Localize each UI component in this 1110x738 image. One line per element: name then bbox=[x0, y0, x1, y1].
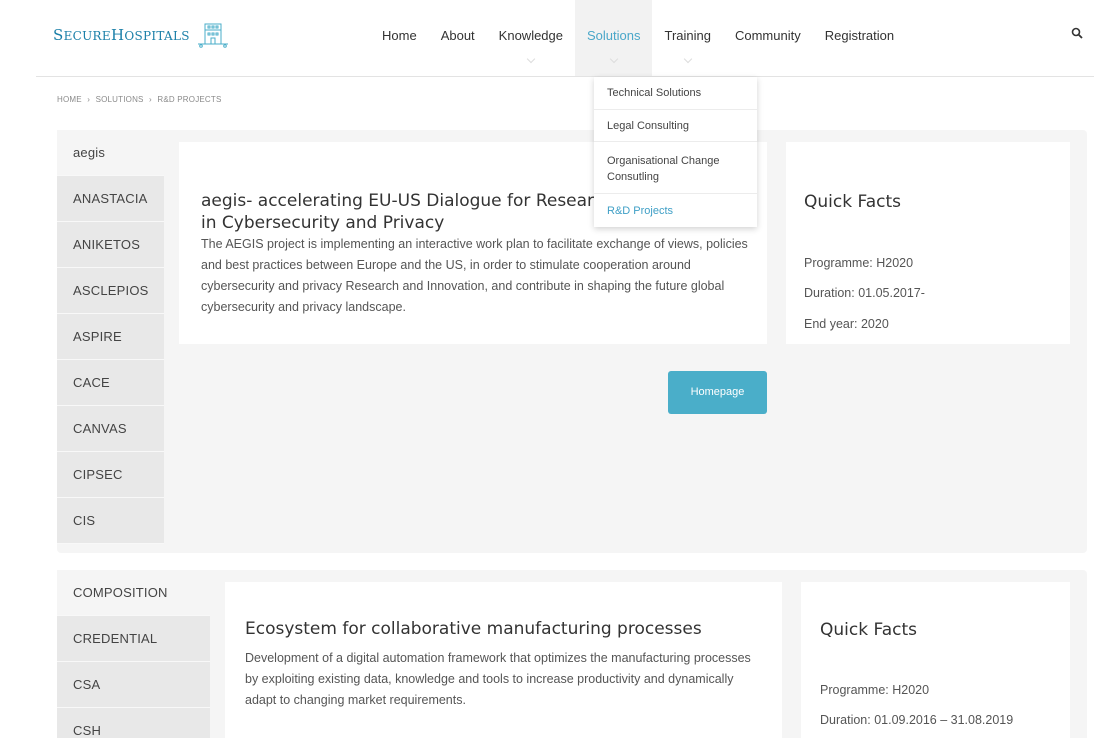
dropdown-item-organisational-change[interactable]: Organisational Change Consutling bbox=[594, 142, 757, 194]
main-nav: Home About Knowledge Solutions Training … bbox=[370, 0, 906, 76]
dropdown-item-legal-consulting[interactable]: Legal Consulting bbox=[594, 110, 757, 142]
project-tab-list: COMPOSITION CREDENTIAL CSA CSH bbox=[57, 570, 210, 738]
nav-solutions[interactable]: Solutions bbox=[575, 0, 653, 76]
solutions-dropdown: Technical Solutions Legal Consulting Org… bbox=[594, 77, 757, 227]
header-divider bbox=[36, 76, 1094, 77]
nav-home[interactable]: Home bbox=[370, 0, 429, 76]
project-tab-asclepios[interactable]: ASCLEPIOS bbox=[57, 268, 164, 314]
quick-facts-card: Quick Facts Programme: H2020 Duration: 0… bbox=[786, 142, 1070, 344]
project-tab-csh[interactable]: CSH bbox=[57, 708, 210, 738]
project-panel-1: aegis ANASTACIA ANIKETOS ASCLEPIOS ASPIR… bbox=[57, 130, 1087, 553]
project-tab-aegis[interactable]: aegis bbox=[57, 130, 164, 176]
quick-facts-end-year: End year: 2020 bbox=[804, 317, 889, 331]
quick-facts-title: Quick Facts bbox=[804, 192, 901, 212]
site-header: SECUREHOSPITALS Home About Knowledge Sol… bbox=[0, 0, 1110, 76]
breadcrumb-current: R&D PROJECTS bbox=[157, 95, 222, 104]
project-description-card: Ecosystem for collaborative manufacturin… bbox=[225, 582, 782, 738]
project-tab-aspire[interactable]: ASPIRE bbox=[57, 314, 164, 360]
breadcrumb-solutions[interactable]: SOLUTIONS bbox=[96, 95, 144, 104]
project-title: Ecosystem for collaborative manufacturin… bbox=[245, 619, 702, 639]
project-tab-csa[interactable]: CSA bbox=[57, 662, 210, 708]
nav-registration[interactable]: Registration bbox=[813, 0, 906, 76]
chevron-down-icon bbox=[683, 54, 692, 64]
nav-training[interactable]: Training bbox=[652, 0, 722, 76]
breadcrumb-separator: › bbox=[87, 95, 91, 104]
quick-facts-title: Quick Facts bbox=[820, 620, 917, 640]
quick-facts-duration: Duration: 01.09.2016 – 31.08.2019 bbox=[820, 713, 1014, 727]
project-tab-composition[interactable]: COMPOSITION bbox=[57, 570, 210, 616]
site-logo[interactable]: SECUREHOSPITALS bbox=[53, 22, 230, 48]
project-tab-cace[interactable]: CACE bbox=[57, 360, 164, 406]
project-tab-credential[interactable]: CREDENTIAL bbox=[57, 616, 210, 662]
search-icon[interactable] bbox=[1071, 27, 1083, 39]
breadcrumb-separator: › bbox=[149, 95, 152, 104]
project-tab-cipsec[interactable]: CIPSEC bbox=[57, 452, 164, 498]
nav-about[interactable]: About bbox=[429, 0, 487, 76]
project-tab-list: aegis ANASTACIA ANIKETOS ASCLEPIOS ASPIR… bbox=[57, 130, 164, 544]
project-tab-anastacia[interactable]: ANASTACIA bbox=[57, 176, 164, 222]
breadcrumb-home[interactable]: HOME bbox=[57, 95, 82, 104]
chevron-down-icon bbox=[609, 54, 618, 64]
hospital-building-icon bbox=[197, 23, 228, 48]
homepage-button[interactable]: Homepage bbox=[668, 371, 767, 414]
chevron-down-icon bbox=[526, 54, 536, 64]
breadcrumb: HOME › SOLUTIONS › R&D PROJECTS bbox=[57, 95, 222, 104]
quick-facts-programme: Programme: H2020 bbox=[804, 256, 914, 270]
project-panel-2: COMPOSITION CREDENTIAL CSA CSH Ecosystem… bbox=[57, 570, 1087, 738]
dropdown-item-rd-projects[interactable]: R&D Projects bbox=[594, 194, 757, 227]
nav-community[interactable]: Community bbox=[723, 0, 813, 76]
project-tab-cis[interactable]: CIS bbox=[57, 498, 164, 544]
project-description: Development of a digital automation fram… bbox=[245, 651, 751, 707]
logo-text: SECUREHOSPITALS bbox=[53, 26, 190, 44]
quick-facts-duration: Duration: 01.05.2017- bbox=[804, 286, 925, 300]
quick-facts-card: Quick Facts Programme: H2020 Duration: 0… bbox=[801, 582, 1070, 738]
dropdown-item-technical-solutions[interactable]: Technical Solutions bbox=[594, 77, 757, 110]
project-tab-aniketos[interactable]: ANIKETOS bbox=[57, 222, 164, 268]
project-description: The AEGIS project is implementing an int… bbox=[201, 237, 748, 314]
project-tab-canvas[interactable]: CANVAS bbox=[57, 406, 164, 452]
quick-facts-programme: Programme: H2020 bbox=[820, 683, 930, 697]
nav-knowledge[interactable]: Knowledge bbox=[487, 0, 575, 76]
